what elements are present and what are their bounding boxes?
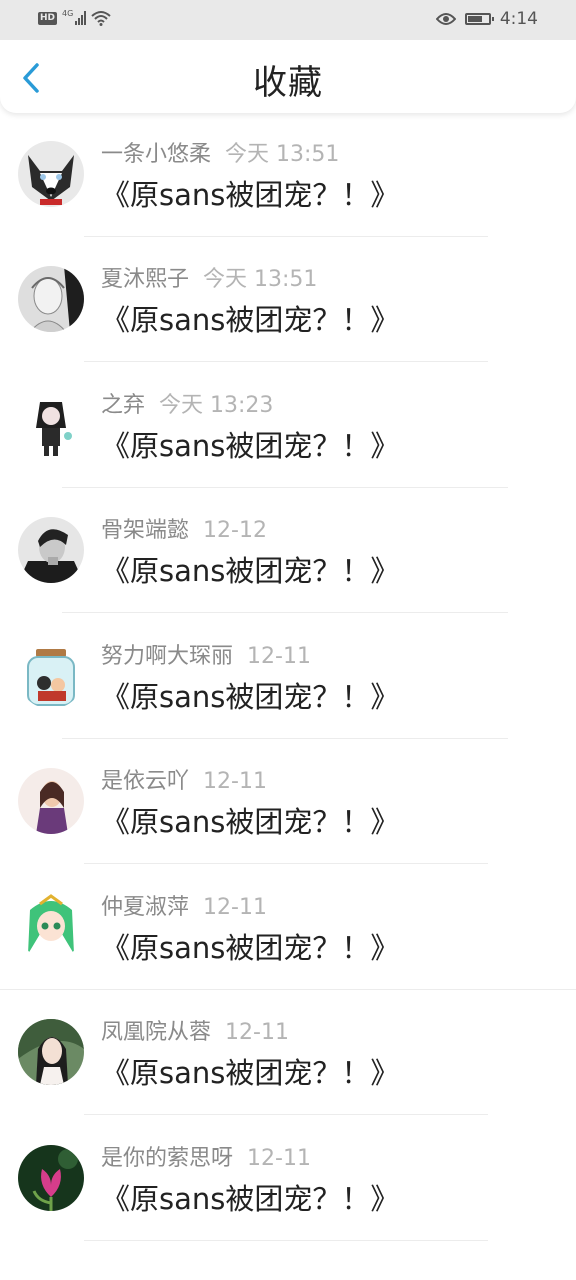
item-meta: 是你的萦思呀 12-11 xyxy=(101,1140,311,1172)
item-meta: 一条小悠柔 今天 13:51 xyxy=(101,136,339,168)
timestamp: 12-11 xyxy=(203,894,267,920)
list-item[interactable]: 是你的萦思呀 12-11 《原sans被团宠？！》 xyxy=(0,1116,576,1241)
avatar[interactable] xyxy=(18,266,84,332)
username[interactable]: 是依云吖 xyxy=(101,769,189,794)
avatar[interactable] xyxy=(18,517,84,583)
avatar[interactable] xyxy=(18,768,84,834)
header-bar: 收藏 xyxy=(0,40,576,113)
book-title[interactable]: 《原sans被团宠？！》 xyxy=(101,1176,399,1218)
book-title[interactable]: 《原sans被团宠？！》 xyxy=(101,925,399,967)
username[interactable]: 仲夏淑萍 xyxy=(101,895,189,920)
avatar[interactable] xyxy=(18,140,84,207)
signal-icon xyxy=(75,11,87,25)
item-meta: 努力啊大琛丽 12-11 xyxy=(101,638,311,670)
book-title[interactable]: 《原sans被团宠？！》 xyxy=(101,423,399,465)
book-title[interactable]: 《原sans被团宠？！》 xyxy=(101,297,399,339)
item-meta: 夏沐熙子 今天 13:51 xyxy=(101,261,317,293)
clock: 4:14 xyxy=(499,9,538,29)
timestamp: 12-12 xyxy=(203,518,267,543)
wifi-icon xyxy=(91,11,111,26)
book-title[interactable]: 《原sans被团宠？！》 xyxy=(101,548,399,590)
username[interactable]: 努力啊大琛丽 xyxy=(101,644,233,669)
username[interactable]: 之弃 xyxy=(101,393,145,418)
status-bar: HD 4G 4:14 xyxy=(0,0,576,40)
book-title[interactable]: 《原sans被团宠？！》 xyxy=(101,1050,399,1092)
username[interactable]: 凤凰院从蓉 xyxy=(101,1020,211,1045)
list-item[interactable]: 骨架端懿 12-12 《原sans被团宠？！》 xyxy=(0,488,576,613)
avatar[interactable] xyxy=(18,1019,84,1085)
item-meta: 之弃 今天 13:23 xyxy=(101,387,273,419)
avatar[interactable] xyxy=(18,893,84,960)
timestamp: 今天 13:23 xyxy=(159,392,274,418)
username[interactable]: 是你的萦思呀 xyxy=(101,1146,233,1171)
item-meta: 是依云吖 12-11 xyxy=(101,763,267,795)
username[interactable]: 一条小悠柔 xyxy=(101,142,211,167)
eye-icon xyxy=(435,13,456,25)
book-title[interactable]: 《原sans被团宠？！》 xyxy=(101,172,399,214)
status-left-icons: HD 4G xyxy=(38,8,111,26)
book-title[interactable]: 《原sans被团宠？！》 xyxy=(101,674,399,716)
avatar[interactable] xyxy=(18,391,84,458)
avatar[interactable] xyxy=(18,1144,84,1211)
avatar[interactable] xyxy=(18,642,84,709)
timestamp: 12-11 xyxy=(203,769,267,794)
list-item[interactable]: 是依云吖 12-11 《原sans被团宠？！》 xyxy=(0,739,576,864)
list-item[interactable]: 努力啊大琛丽 12-11 《原sans被团宠？！》 xyxy=(0,614,576,739)
list-item[interactable]: 凤凰院从蓉 12-11 《原sans被团宠？！》 xyxy=(0,990,576,1115)
item-meta: 仲夏淑萍 12-11 xyxy=(101,889,267,921)
timestamp: 今天 13:51 xyxy=(225,141,340,167)
page-title: 收藏 xyxy=(253,63,323,103)
timestamp: 今天 13:51 xyxy=(203,267,318,292)
timestamp: 12-11 xyxy=(247,1145,311,1171)
item-meta: 骨架端懿 12-12 xyxy=(101,512,267,544)
timestamp: 12-11 xyxy=(247,643,311,669)
list-item[interactable]: 之弃 今天 13:23 《原sans被团宠？！》 xyxy=(0,363,576,488)
list-item[interactable]: 一条小悠柔 今天 13:51 《原sans被团宠？！》 xyxy=(0,112,576,237)
network-type: 4G xyxy=(62,8,74,18)
list-item[interactable]: 夏沐熙子 今天 13:51 《原sans被团宠？！》 xyxy=(0,237,576,362)
timestamp: 12-11 xyxy=(225,1020,289,1045)
username[interactable]: 夏沐熙子 xyxy=(101,267,189,292)
list-item[interactable]: 仲夏淑萍 12-11 《原sans被团宠？！》 xyxy=(0,865,576,990)
divider xyxy=(84,1239,488,1241)
item-meta: 凤凰院从蓉 12-11 xyxy=(101,1014,289,1046)
battery-icon xyxy=(464,13,494,25)
status-right-icons: 4:14 xyxy=(435,9,538,29)
username[interactable]: 骨架端懿 xyxy=(101,518,189,543)
book-title[interactable]: 《原sans被团宠？！》 xyxy=(101,799,399,841)
hd-badge: HD xyxy=(38,11,58,25)
